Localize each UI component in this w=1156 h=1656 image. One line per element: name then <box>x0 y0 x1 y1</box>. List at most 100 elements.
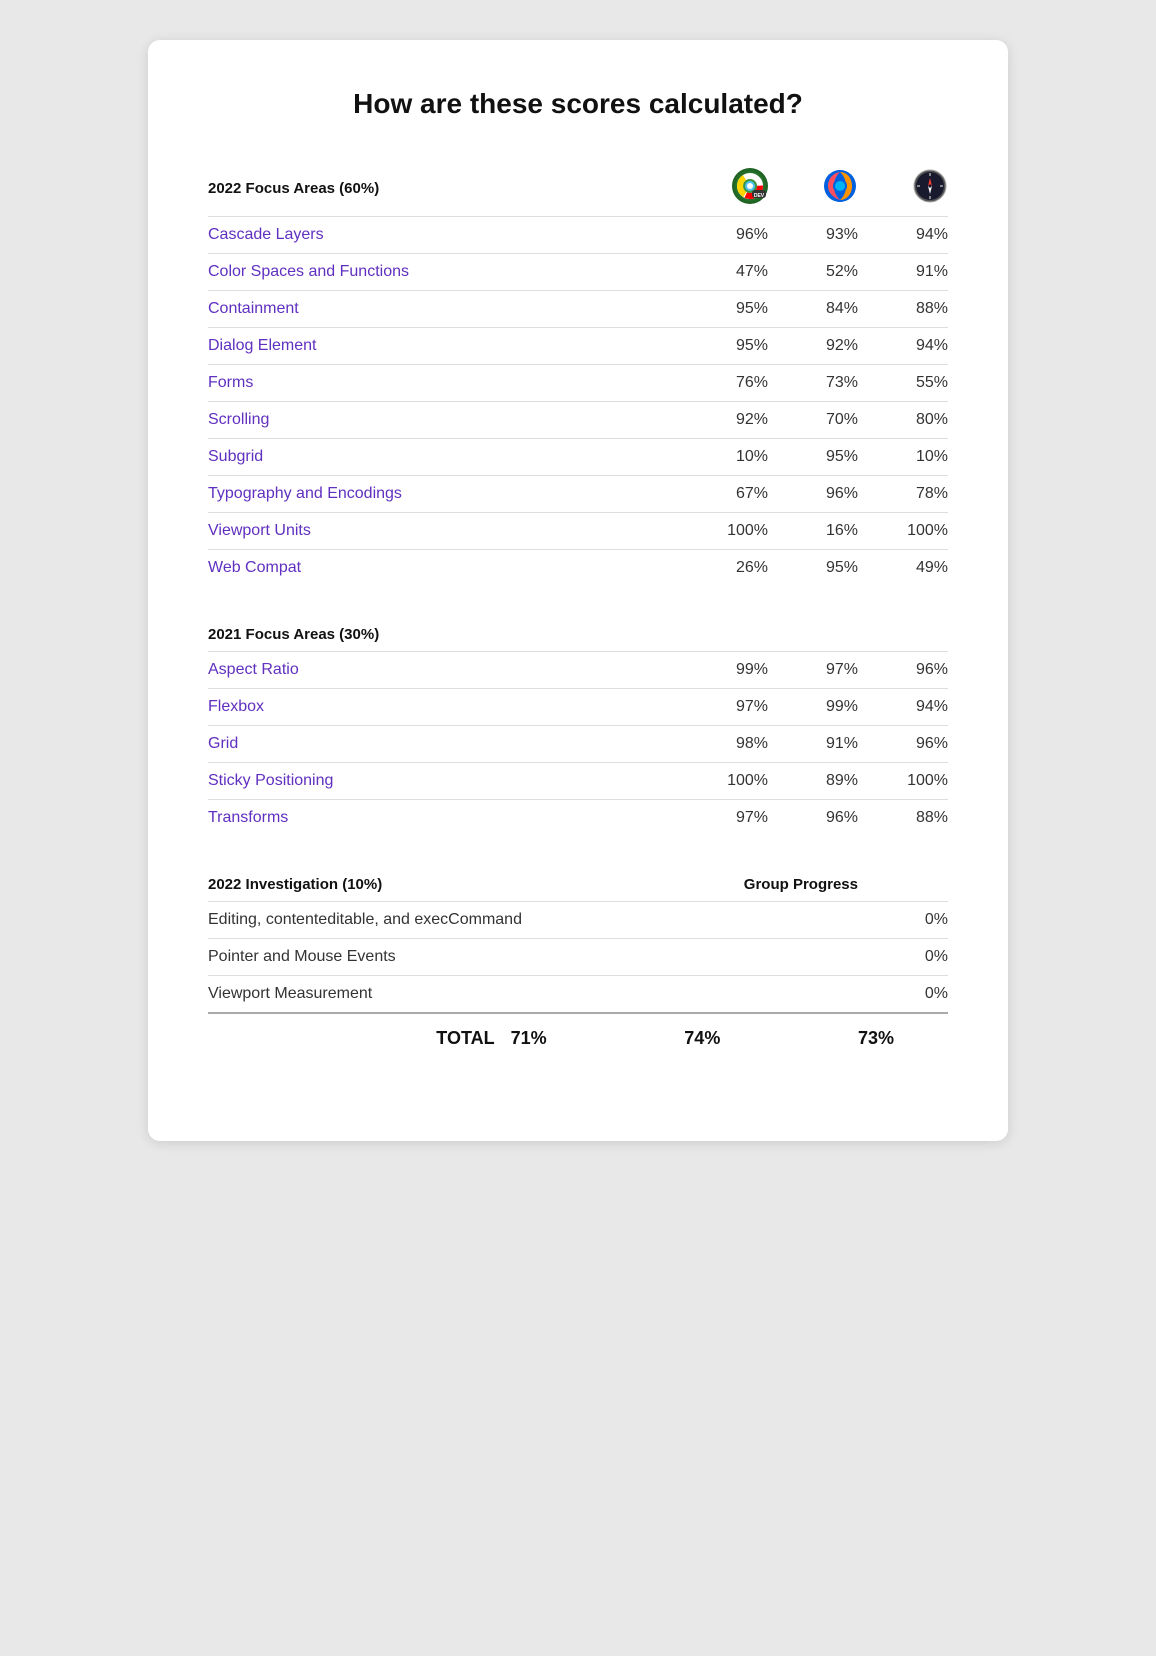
row-score-1: 84% <box>768 291 858 328</box>
row-score-0: 92% <box>678 402 768 439</box>
row-score-1: 93% <box>768 217 858 254</box>
row-name[interactable]: Containment <box>208 291 678 328</box>
row-name[interactable]: Dialog Element <box>208 328 678 365</box>
total-score-chrome: 71% <box>511 1013 685 1049</box>
row-score-1: 92% <box>768 328 858 365</box>
row-score-0: 100% <box>678 513 768 550</box>
table-row: Transforms97%96%88% <box>208 800 948 837</box>
table-row: Subgrid10%95%10% <box>208 439 948 476</box>
row-name[interactable]: Subgrid <box>208 439 678 476</box>
total-row: TOTAL 71% 74% 73% <box>208 1013 948 1049</box>
row-score-0: 99% <box>678 652 768 689</box>
row-name[interactable]: Transforms <box>208 800 678 837</box>
row-score-0: 10% <box>678 439 768 476</box>
row-score-0: 95% <box>678 291 768 328</box>
row-score: 0% <box>858 902 948 939</box>
table-row: Sticky Positioning100%89%100% <box>208 763 948 800</box>
row-score-2: 88% <box>858 291 948 328</box>
row-score-1: 73% <box>768 365 858 402</box>
row-score-0: 47% <box>678 254 768 291</box>
row-score-2: 96% <box>858 652 948 689</box>
row-score-2: 80% <box>858 402 948 439</box>
chrome-dev-icon: DEV <box>732 168 768 204</box>
firefox-header <box>768 160 858 217</box>
row-score-2: 88% <box>858 800 948 837</box>
row-score-2: 100% <box>858 763 948 800</box>
row-score-2: 100% <box>858 513 948 550</box>
firefox-icon <box>822 168 858 204</box>
svg-text:DEV: DEV <box>754 193 765 199</box>
chrome-dev-header: DEV <box>678 160 768 217</box>
group-progress-header: Group Progress <box>511 868 858 902</box>
row-score-1: 70% <box>768 402 858 439</box>
row-name[interactable]: Forms <box>208 365 678 402</box>
row-score-0: 76% <box>678 365 768 402</box>
main-card: How are these scores calculated? 2022 Fo… <box>148 40 1008 1141</box>
row-score-0: 95% <box>678 328 768 365</box>
row-score: 0% <box>858 976 948 1014</box>
row-score-2: 94% <box>858 689 948 726</box>
row-name[interactable]: Aspect Ratio <box>208 652 678 689</box>
section-investigation-header: 2022 Investigation (10%) <box>208 868 511 902</box>
row-score-1: 96% <box>768 476 858 513</box>
row-score-2: 94% <box>858 328 948 365</box>
table-row: Aspect Ratio99%97%96% <box>208 652 948 689</box>
total-score-safari: 73% <box>858 1013 948 1049</box>
row-score-1: 99% <box>768 689 858 726</box>
row-name[interactable]: Color Spaces and Functions <box>208 254 678 291</box>
row-score-0: 97% <box>678 800 768 837</box>
row-score-2: 78% <box>858 476 948 513</box>
row-name[interactable]: Web Compat <box>208 550 678 587</box>
section-2021-focus-areas: 2021 Focus Areas (30%) Aspect Ratio99%97… <box>208 618 948 836</box>
row-name[interactable]: Flexbox <box>208 689 678 726</box>
section-2021-header: 2021 Focus Areas (30%) <box>208 618 678 652</box>
table-row: Color Spaces and Functions47%52%91% <box>208 254 948 291</box>
row-score-1: 95% <box>768 550 858 587</box>
row-score-0: 100% <box>678 763 768 800</box>
row-name[interactable]: Cascade Layers <box>208 217 678 254</box>
row-score-1: 95% <box>768 439 858 476</box>
row-name[interactable]: Sticky Positioning <box>208 763 678 800</box>
table-row: Editing, contenteditable, and execComman… <box>208 902 948 939</box>
table-row: Forms76%73%55% <box>208 365 948 402</box>
section-investigation: 2022 Investigation (10%) Group Progress … <box>208 868 948 1049</box>
row-name[interactable]: Viewport Units <box>208 513 678 550</box>
table-row: Viewport Units100%16%100% <box>208 513 948 550</box>
safari-header <box>858 160 948 217</box>
row-score-2: 10% <box>858 439 948 476</box>
row-name[interactable]: Scrolling <box>208 402 678 439</box>
total-score-firefox: 74% <box>684 1013 858 1049</box>
row-score-0: 26% <box>678 550 768 587</box>
row-score-0: 96% <box>678 217 768 254</box>
row-score-1: 96% <box>768 800 858 837</box>
row-name[interactable]: Grid <box>208 726 678 763</box>
safari-icon <box>912 168 948 204</box>
total-label: TOTAL <box>208 1013 511 1049</box>
row-score-2: 49% <box>858 550 948 587</box>
row-score-1: 89% <box>768 763 858 800</box>
section-2022-header: 2022 Focus Areas (60%) <box>208 160 678 217</box>
investigation-table: 2022 Investigation (10%) Group Progress … <box>208 868 948 1049</box>
table-row: Dialog Element95%92%94% <box>208 328 948 365</box>
table-row: Web Compat26%95%49% <box>208 550 948 587</box>
focus-areas-2022-table: 2022 Focus Areas (60%) <box>208 160 948 586</box>
row-score-1: 16% <box>768 513 858 550</box>
table-row: Containment95%84%88% <box>208 291 948 328</box>
row-score-0: 67% <box>678 476 768 513</box>
table-row: Viewport Measurement0% <box>208 976 948 1014</box>
focus-areas-2021-table: 2021 Focus Areas (30%) Aspect Ratio99%97… <box>208 618 948 836</box>
row-score-1: 91% <box>768 726 858 763</box>
row-score-0: 97% <box>678 689 768 726</box>
row-score: 0% <box>858 939 948 976</box>
row-score-2: 96% <box>858 726 948 763</box>
row-score-2: 55% <box>858 365 948 402</box>
section-2022-focus-areas: 2022 Focus Areas (60%) <box>208 160 948 586</box>
row-score-2: 91% <box>858 254 948 291</box>
row-name[interactable]: Typography and Encodings <box>208 476 678 513</box>
row-name: Viewport Measurement <box>208 976 858 1014</box>
row-score-1: 97% <box>768 652 858 689</box>
table-row: Typography and Encodings67%96%78% <box>208 476 948 513</box>
table-row: Scrolling92%70%80% <box>208 402 948 439</box>
table-row: Pointer and Mouse Events0% <box>208 939 948 976</box>
table-row: Flexbox97%99%94% <box>208 689 948 726</box>
